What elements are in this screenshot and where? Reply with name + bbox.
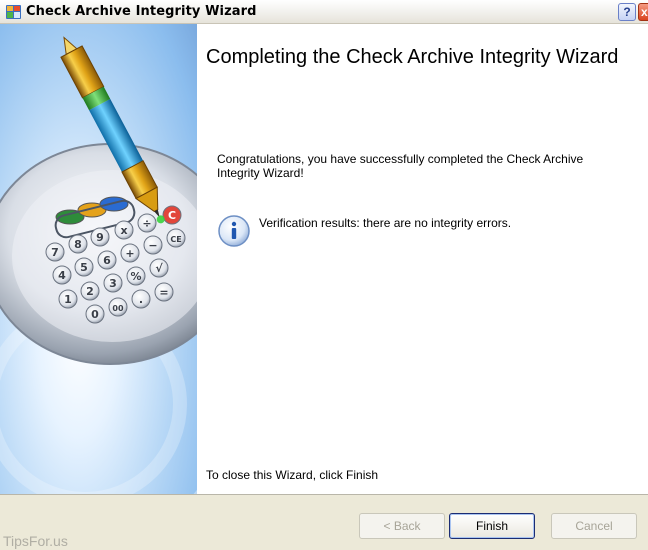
title-bar: Check Archive Integrity Wizard ? x (0, 0, 648, 24)
calculator-key-label: 3 (109, 277, 117, 290)
calculator-key-label: % (130, 270, 141, 283)
calculator-key-label: 9 (96, 231, 104, 244)
calculator-key-label: 4 (58, 269, 66, 282)
info-icon (218, 215, 250, 247)
help-button[interactable]: ? (618, 3, 636, 21)
calculator-key-label: 1 (64, 293, 72, 306)
back-button[interactable]: < Back (359, 513, 445, 539)
close-instruction: To close this Wizard, click Finish (206, 468, 379, 482)
calculator-key-label: 5 (80, 261, 88, 274)
calculator-key-label: 0 (91, 308, 99, 321)
finish-button[interactable]: Finish (449, 513, 535, 539)
window-title: Check Archive Integrity Wizard (26, 4, 257, 19)
calculator-key-label: . (139, 293, 143, 306)
verification-result: Verification results: there are no integ… (259, 216, 512, 230)
calculator-key-label: √ (155, 262, 163, 275)
calculator-key-label: CE (170, 235, 181, 244)
calculator-key-label: − (148, 239, 157, 252)
calculator-key-label: = (159, 286, 168, 299)
page-title: Completing the Check Archive Integrity W… (206, 46, 619, 68)
close-button[interactable]: x (638, 3, 648, 21)
calculator-key-label: C (168, 209, 176, 222)
calculator-key-label: x (120, 224, 127, 237)
calculator-key-label: ÷ (142, 217, 151, 230)
watermark-text: TipsFor.us (3, 533, 68, 549)
congratulations-message: Congratulations, you have successfully c… (217, 152, 584, 180)
button-bar: < Back Finish Cancel TipsFor.us (0, 494, 648, 550)
calculator-pen-illustration: 789x÷C456+− CE123%√0 00.= (0, 36, 197, 494)
calculator-key-label: 6 (103, 254, 111, 267)
cancel-button[interactable]: Cancel (551, 513, 637, 539)
calculator-key-label: + (125, 247, 134, 260)
archive-wizard-icon (6, 5, 21, 19)
calculator-key-label: 7 (51, 246, 59, 259)
wizard-content: Completing the Check Archive Integrity W… (197, 24, 648, 494)
calculator-key-label: 2 (86, 285, 94, 298)
calculator-key-label: 00 (112, 304, 124, 313)
wizard-side-illustration: 7 8 9 x ÷ C 4 5 6 + − CE 1 2 3% √ 0 00. = (0, 24, 197, 494)
calculator-key-label: 8 (74, 238, 82, 251)
